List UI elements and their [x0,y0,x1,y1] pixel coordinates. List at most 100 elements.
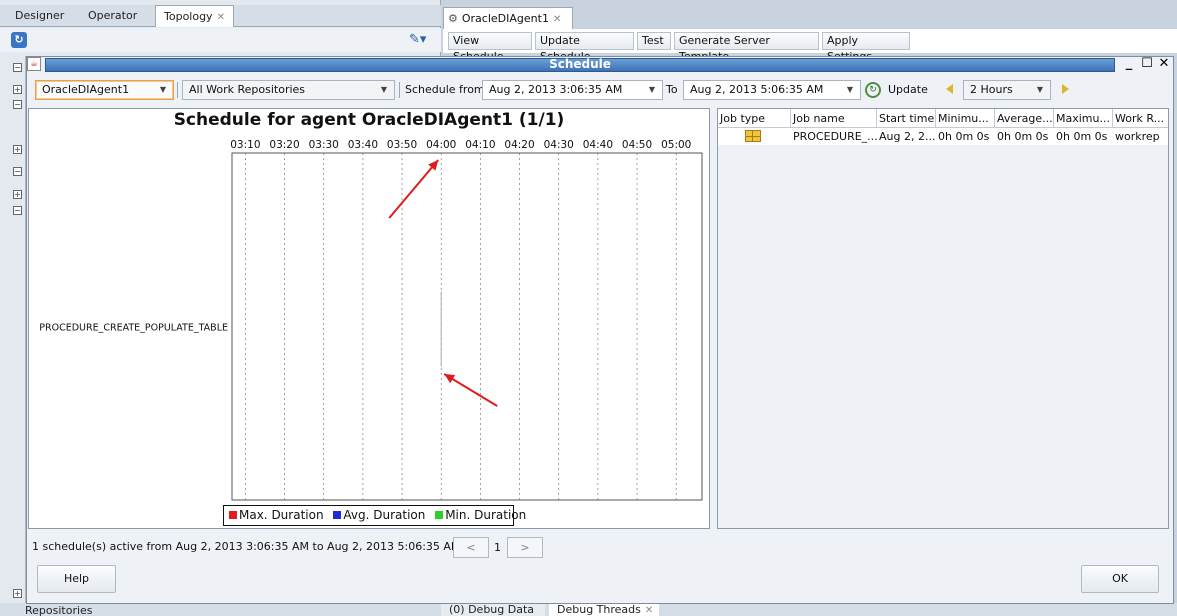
chevron-down-icon[interactable]: ▼ [847,81,853,99]
update-schedule-button[interactable]: Update Schedule [535,32,634,63]
help-button[interactable]: Help [37,565,116,593]
legend-min: Min. Duration [433,508,526,522]
column-header-job-type[interactable]: Job type [718,109,791,128]
connect-menu-icon[interactable]: ✎▾ [409,32,435,48]
column-header-start-time[interactable]: Start time [877,109,936,128]
expand-icon[interactable]: + [13,145,22,154]
page-number: 1 [494,541,501,554]
dialog-title: Schedule [549,57,611,71]
next-page-button[interactable]: > [507,537,543,558]
tick-label-0400: 04:00 [426,139,456,151]
tab-topology[interactable]: Topology ✕ [155,5,234,27]
legend-swatch-min [435,511,444,519]
repositories-label: Repositories [25,604,93,616]
chevron-down-icon[interactable]: ▼ [649,81,655,99]
close-icon[interactable]: ✕ [1157,57,1171,72]
column-header-minimum[interactable]: Minimu... [936,109,995,128]
tab-agent-label: OracleDIAgent1 [461,12,549,25]
maximize-icon[interactable]: ☐ [1140,57,1154,72]
column-header-average[interactable]: Average... [995,109,1054,128]
from-date-value: Aug 2, 2013 3:06:35 AM [489,83,623,96]
divider [177,82,178,98]
chevron-down-icon: ▼ [380,85,387,94]
agent-select[interactable]: OracleDIAgent1 ▼ [35,80,174,100]
next-range-icon[interactable] [1062,84,1069,94]
generate-server-template-button[interactable]: Generate Server Template [674,32,819,63]
test-button[interactable]: Test [637,32,671,50]
close-icon[interactable]: ✕ [553,14,561,25]
collapse-icon[interactable]: − [13,167,22,176]
schedule-table [717,108,1169,529]
gear-icon: ⚙ [448,12,458,25]
expand-icon[interactable]: + [13,85,22,94]
close-icon[interactable]: ✕ [645,605,653,616]
legend-label-max: Max. Duration [239,508,324,522]
cell-job-name: PROCEDURE_... [793,130,877,143]
to-date-field[interactable]: Aug 2, 2013 5:06:35 AM ▼ [683,80,861,100]
tick-label-0500: 05:00 [661,139,691,151]
collapse-icon[interactable]: − [13,63,22,72]
close-icon[interactable]: ✕ [217,12,225,23]
tab-debug-data[interactable]: (0) Debug Data [441,603,545,616]
procedure-icon [745,130,761,142]
legend-swatch-avg [333,511,342,519]
chart-legend: Max. Duration Avg. Duration Min. Duratio… [223,505,526,526]
tab-operator[interactable]: Operator [80,5,145,27]
tick-label-0450: 04:50 [622,139,652,151]
range-select[interactable]: 2 Hours ▼ [963,80,1051,100]
cell-start-time: Aug 2, 2... [879,130,936,143]
plot-area [231,152,703,501]
tick-label-0350: 03:50 [387,139,417,151]
tick-label-0330: 03:30 [309,139,339,151]
legend-label-avg: Avg. Duration [343,508,426,522]
tree-strip [8,56,26,604]
divider [399,82,400,98]
to-label: To [666,83,678,96]
tab-debug-threads-label: Debug Threads [557,603,641,616]
tab-debug-threads[interactable]: Debug Threads ✕ [549,603,659,616]
apply-settings-button[interactable]: Apply Settings [822,32,910,63]
navigator-tabs: Designer Operator Topology ✕ [0,5,441,27]
tab-agent[interactable]: ⚙ OracleDIAgent1 ✕ [443,7,573,29]
update-icon[interactable]: ↻ [865,82,881,98]
repository-select[interactable]: All Work Repositories ▼ [182,80,395,100]
ok-button[interactable]: OK [1081,565,1159,593]
column-header-maximum[interactable]: Maximu... [1054,109,1113,128]
column-header-job-name[interactable]: Job name [791,109,877,128]
view-schedule-button[interactable]: View Schedule [448,32,532,63]
agent-toolbar: View Schedule Update Schedule Test Gener… [443,29,1177,63]
cell-maximum: 0h 0m 0s [1056,130,1108,143]
legend-avg: Avg. Duration [331,508,425,522]
tick-label-0430: 04:30 [544,139,574,151]
range-select-value: 2 Hours [970,83,1013,96]
chevron-down-icon: ▼ [159,85,166,94]
column-header-work-repository[interactable]: Work R... [1113,109,1168,128]
chevron-down-icon: ▼ [1036,85,1043,94]
cell-minimum: 0h 0m 0s [938,130,990,143]
to-date-value: Aug 2, 2013 5:06:35 AM [690,83,824,96]
cell-average: 0h 0m 0s [997,130,1049,143]
collapse-icon[interactable]: − [13,100,22,109]
update-button[interactable]: Update [888,80,928,100]
navigator-toolbar [0,28,441,52]
schedule-from-label: Schedule from [405,83,485,96]
tick-label-0310: 03:10 [230,139,260,151]
tick-label-0340: 03:40 [348,139,378,151]
legend-label-min: Min. Duration [445,508,527,522]
chart-title: Schedule for agent OracleDIAgent1 (1/1) [173,110,565,130]
tab-topology-label: Topology [164,10,213,23]
collapse-icon[interactable]: − [13,206,22,215]
cell-work-repository: workrep [1115,130,1160,143]
minimize-icon[interactable]: _ [1122,57,1136,72]
repository-select-value: All Work Repositories [189,83,306,96]
refresh-icon[interactable]: ↻ [11,32,27,48]
expand-icon[interactable]: + [13,190,22,199]
legend-swatch-max [229,511,237,519]
tick-label-0420: 04:20 [504,139,534,151]
tab-designer[interactable]: Designer [7,5,72,27]
from-date-field[interactable]: Aug 2, 2013 3:06:35 AM ▼ [482,80,663,100]
expand-icon[interactable]: + [13,589,22,598]
previous-page-button[interactable]: < [453,537,489,558]
agent-select-value: OracleDIAgent1 [42,83,130,96]
previous-range-icon[interactable] [946,84,953,94]
